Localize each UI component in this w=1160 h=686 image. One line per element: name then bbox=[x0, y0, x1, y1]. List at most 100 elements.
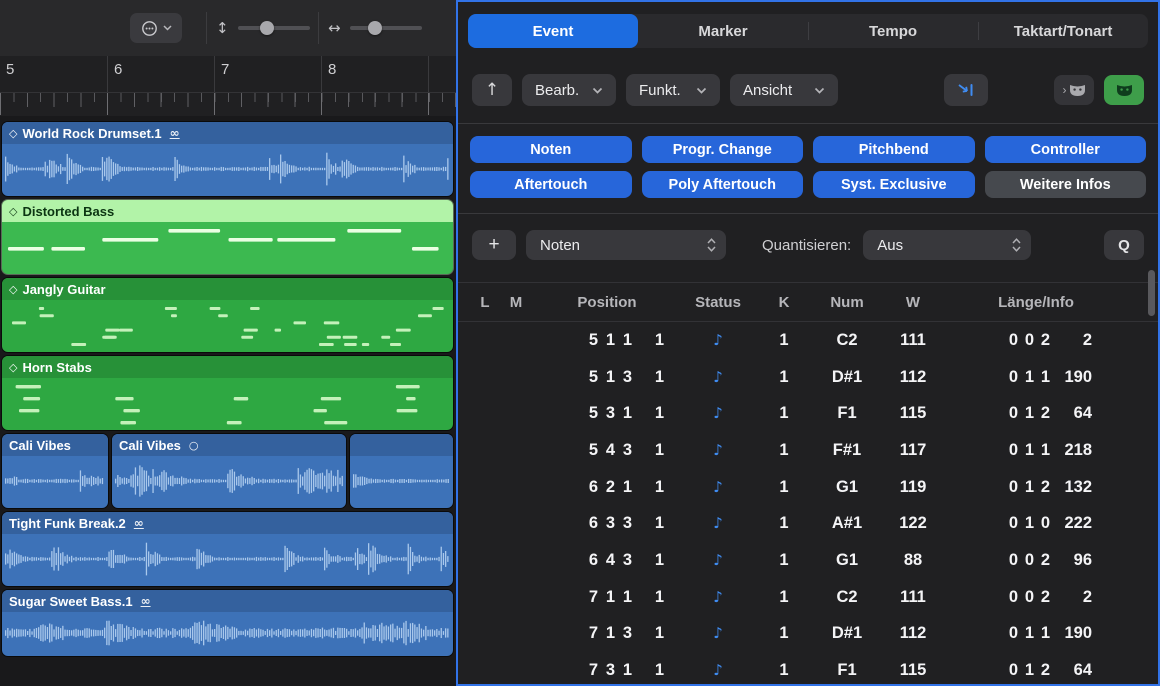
velocity-cell: 122 bbox=[880, 514, 946, 533]
note-icon: ♪ bbox=[713, 441, 723, 459]
chevron-down-icon bbox=[814, 87, 825, 94]
bar-gridline bbox=[428, 56, 429, 92]
col-num[interactable]: Num bbox=[814, 294, 880, 311]
col-position[interactable]: Position bbox=[532, 294, 682, 311]
add-event-button[interactable]: + bbox=[472, 230, 516, 260]
midi-capture-button[interactable] bbox=[1104, 75, 1144, 105]
functions-menu-button[interactable]: Funkt. bbox=[626, 74, 720, 106]
num-cell: F#1 bbox=[814, 441, 880, 460]
position-cell: 6211 bbox=[532, 478, 682, 497]
horizontal-zoom-thumb[interactable] bbox=[368, 21, 382, 35]
tracks-toolbar: ↕ ↔ bbox=[0, 0, 456, 57]
view-menu-button[interactable]: Ansicht bbox=[730, 74, 838, 106]
divider bbox=[458, 213, 1158, 214]
status-cell: ♪ bbox=[682, 661, 754, 680]
channel-cell: 1 bbox=[754, 368, 814, 387]
quantize-apply-button[interactable]: Q bbox=[1104, 230, 1144, 260]
insert-row: + Noten Quantisieren: Aus Q bbox=[472, 228, 1144, 262]
length-cell: 0022 bbox=[946, 588, 1126, 607]
event-row[interactable]: 6431 ♪ 1 G1 88 00296 bbox=[470, 542, 1158, 579]
filter-weitere-infos[interactable]: Weitere Infos bbox=[985, 171, 1147, 198]
filter-noten[interactable]: Noten bbox=[470, 136, 632, 163]
col-length-info[interactable]: Länge/Info bbox=[946, 294, 1126, 311]
horizontal-zoom-slider[interactable] bbox=[350, 26, 422, 30]
position-cell: 6431 bbox=[532, 551, 682, 570]
status-cell: ♪ bbox=[682, 478, 754, 497]
region-name: Jangly Guitar bbox=[22, 282, 105, 297]
position-cell: 5131 bbox=[532, 368, 682, 387]
length-cell: 010222 bbox=[946, 514, 1126, 533]
event-row[interactable]: 5311 ♪ 1 F1 115 01264 bbox=[470, 395, 1158, 432]
col-m[interactable]: M bbox=[500, 294, 532, 311]
filter-pitchbend[interactable]: Pitchbend bbox=[813, 136, 975, 163]
vertical-zoom-thumb[interactable] bbox=[260, 21, 274, 35]
loop-icon: ∞ bbox=[141, 594, 151, 608]
chevron-down-icon bbox=[592, 87, 603, 94]
event-row[interactable]: 5111 ♪ 1 C2 111 0022 bbox=[470, 322, 1158, 359]
region-cali-vibes-2[interactable]: Cali Vibes ○ bbox=[112, 434, 346, 508]
event-row[interactable]: 5431 ♪ 1 F#1 117 011218 bbox=[470, 432, 1158, 469]
channel-cell: 1 bbox=[754, 661, 814, 680]
region-sugar-sweet-bass[interactable]: Sugar Sweet Bass.1 ∞ bbox=[2, 590, 453, 656]
region-jangly-guitar[interactable]: ◇ Jangly Guitar bbox=[2, 278, 453, 352]
status-cell: ♪ bbox=[682, 514, 754, 533]
midi-note-pattern bbox=[5, 381, 450, 427]
filter-syst-exclusive[interactable]: Syst. Exclusive bbox=[813, 171, 975, 198]
note-icon: ♪ bbox=[713, 404, 723, 422]
filter-progr-change[interactable]: Progr. Change bbox=[642, 136, 804, 163]
tab-event[interactable]: Event bbox=[468, 14, 638, 48]
region-name: Horn Stabs bbox=[22, 360, 91, 375]
quantize-select[interactable]: Aus bbox=[863, 230, 1031, 260]
vertical-zoom-control: ↕ bbox=[216, 0, 310, 56]
note-icon: ♪ bbox=[713, 478, 723, 496]
region-cali-vibes-3[interactable] bbox=[350, 434, 453, 508]
vertical-zoom-slider[interactable] bbox=[238, 26, 310, 30]
col-velocity[interactable]: W bbox=[880, 294, 946, 311]
tab-tempo[interactable]: Tempo bbox=[808, 14, 978, 48]
track-area: ◇ World Rock Drumset.1 ∞ ◇ Distorted Bas… bbox=[0, 116, 456, 686]
scroll-to-selection-button[interactable]: ↑ bbox=[472, 74, 512, 106]
event-row[interactable]: 5131 ♪ 1 D#1 112 011190 bbox=[470, 359, 1158, 396]
tab-marker[interactable]: Marker bbox=[638, 14, 808, 48]
filter-controller[interactable]: Controller bbox=[985, 136, 1147, 163]
length-cell: 012132 bbox=[946, 478, 1126, 497]
position-cell: 5431 bbox=[532, 441, 682, 460]
event-row[interactable]: 7131 ♪ 1 D#1 112 011190 bbox=[470, 616, 1158, 653]
event-list-panel: Event Marker Tempo Taktart/Tonart ↑ Bear… bbox=[456, 0, 1160, 686]
col-status[interactable]: Status bbox=[682, 294, 754, 311]
num-cell: G1 bbox=[814, 551, 880, 570]
table-header: L M Position Status K Num W Länge/Info bbox=[458, 282, 1158, 322]
filter-poly-aftertouch[interactable]: Poly Aftertouch bbox=[642, 171, 804, 198]
circle-dots-icon bbox=[141, 20, 158, 37]
edit-menu-button[interactable]: Bearb. bbox=[522, 74, 616, 106]
region-tight-funk-break[interactable]: Tight Funk Break.2 ∞ bbox=[2, 512, 453, 586]
note-icon: ♪ bbox=[713, 588, 723, 606]
event-row[interactable]: 7111 ♪ 1 C2 111 0022 bbox=[470, 579, 1158, 616]
num-cell: C2 bbox=[814, 588, 880, 607]
bar-ruler[interactable]: 5 6 7 8 bbox=[0, 56, 456, 117]
event-row[interactable]: 6331 ♪ 1 A#1 122 010222 bbox=[470, 505, 1158, 542]
region-header: Cali Vibes ○ bbox=[112, 434, 346, 456]
event-row[interactable]: 7311 ♪ 1 F1 115 01264 bbox=[470, 652, 1158, 684]
channel-cell: 1 bbox=[754, 551, 814, 570]
scrollbar-thumb[interactable] bbox=[1148, 270, 1155, 316]
col-channel[interactable]: K bbox=[754, 294, 814, 311]
event-type-select[interactable]: Noten bbox=[526, 230, 726, 260]
tab-taktart-tonart[interactable]: Taktart/Tonart bbox=[978, 14, 1148, 48]
region-horn-stabs[interactable]: ◇ Horn Stabs bbox=[2, 356, 453, 430]
event-row[interactable]: 6211 ♪ 1 G1 119 012132 bbox=[470, 469, 1158, 506]
region-name: Distorted Bass bbox=[22, 204, 114, 219]
region-prefix-icon: ◇ bbox=[9, 283, 17, 296]
region-distorted-bass[interactable]: ◇ Distorted Bass bbox=[2, 200, 453, 274]
stepper-icon bbox=[1012, 237, 1021, 253]
region-world-rock-drumset[interactable]: ◇ World Rock Drumset.1 ∞ bbox=[2, 122, 453, 196]
midi-in-button[interactable] bbox=[944, 74, 988, 106]
bar-number: 6 bbox=[114, 61, 122, 78]
filter-aftertouch[interactable]: Aftertouch bbox=[470, 171, 632, 198]
col-l[interactable]: L bbox=[470, 294, 500, 311]
region-options-button[interactable] bbox=[130, 13, 182, 43]
region-cali-vibes-1[interactable]: Cali Vibes bbox=[2, 434, 108, 508]
position-cell: 6331 bbox=[532, 514, 682, 533]
editor-toolbar: ↑ Bearb. Funkt. Ansicht bbox=[472, 72, 1144, 108]
midi-in-filter-button[interactable]: › bbox=[1054, 75, 1094, 105]
